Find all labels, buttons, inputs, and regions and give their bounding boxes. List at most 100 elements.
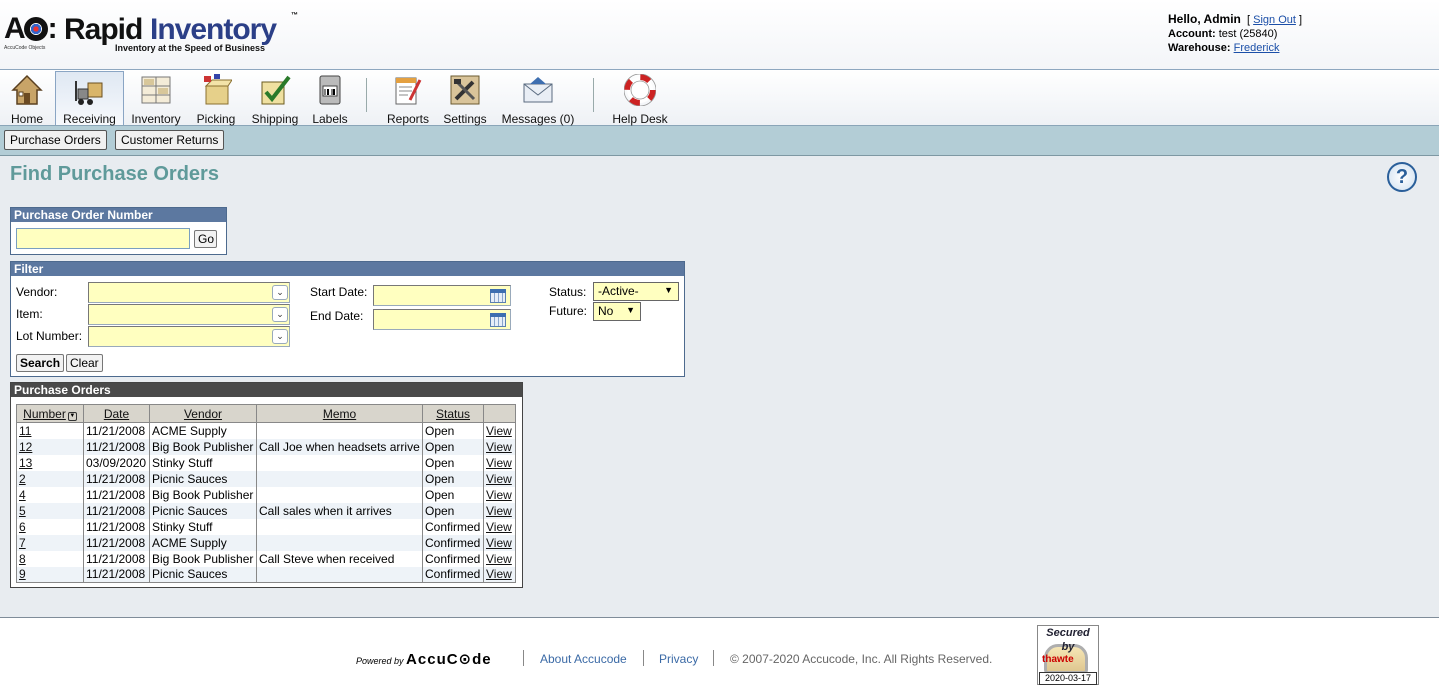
start-date-input[interactable] xyxy=(373,285,511,306)
po-number-link[interactable]: 5 xyxy=(19,504,26,518)
calendar-icon[interactable] xyxy=(490,313,506,327)
view-link[interactable]: View xyxy=(486,472,512,486)
cell-view[interactable]: View xyxy=(483,454,516,471)
go-button[interactable]: Go xyxy=(194,230,217,248)
column-actions xyxy=(483,404,516,423)
vendor-select[interactable]: ⌄ xyxy=(88,282,290,303)
view-link[interactable]: View xyxy=(486,536,512,550)
toolbar-messages[interactable]: Messages (0) xyxy=(497,71,579,126)
customer-returns-button[interactable]: Customer Returns xyxy=(115,130,225,150)
future-select[interactable]: No ▼ xyxy=(593,302,641,321)
cell-number[interactable]: 8 xyxy=(16,550,84,567)
po-memo: Call Joe when headsets arrive xyxy=(256,438,423,455)
view-link[interactable]: View xyxy=(486,488,512,502)
view-link[interactable]: View xyxy=(486,440,512,454)
sort-date-link[interactable]: Date xyxy=(104,407,129,421)
toolbar-help-desk[interactable]: Help Desk xyxy=(608,71,672,126)
lot-number-select[interactable]: ⌄ xyxy=(88,326,290,347)
cell-view[interactable]: View xyxy=(483,422,516,439)
toolbar-shipping-label: Shipping xyxy=(251,112,299,126)
cell-number[interactable]: 5 xyxy=(16,502,84,519)
po-number-link[interactable]: 13 xyxy=(19,456,32,470)
purchase-orders-header: Purchase Orders xyxy=(11,383,522,397)
column-date[interactable]: Date xyxy=(83,404,150,423)
rapid-inventory-logo[interactable]: A: Rapid Inventory ™ Inventory at the Sp… xyxy=(4,10,304,56)
column-status[interactable]: Status xyxy=(422,404,484,423)
sort-memo-link[interactable]: Memo xyxy=(323,407,356,421)
toolbar-receiving[interactable]: Receiving xyxy=(55,71,124,126)
po-number-link[interactable]: 8 xyxy=(19,552,26,566)
cell-view[interactable]: View xyxy=(483,438,516,455)
po-number-link[interactable]: 4 xyxy=(19,488,26,502)
powered-by[interactable]: Powered by AccuC⊙de xyxy=(356,650,492,668)
purchase-orders-button[interactable]: Purchase Orders xyxy=(4,130,107,150)
search-button[interactable]: Search xyxy=(16,354,65,372)
toolbar-picking[interactable]: Picking xyxy=(192,71,240,126)
item-select[interactable]: ⌄ xyxy=(88,304,290,325)
po-status: Open xyxy=(422,422,484,439)
toolbar-reports[interactable]: Reports xyxy=(384,71,432,126)
toolbar-labels[interactable]: Labels xyxy=(309,71,351,126)
thawte-seal[interactable]: Secured by thawte 2020-03-17 xyxy=(1037,625,1099,685)
po-number-input[interactable] xyxy=(16,228,190,249)
cell-view[interactable]: View xyxy=(483,470,516,487)
view-link[interactable]: View xyxy=(486,520,512,534)
cell-view[interactable]: View xyxy=(483,486,516,503)
po-number-link[interactable]: 12 xyxy=(19,440,32,454)
toolbar-settings[interactable]: Settings xyxy=(440,71,490,126)
column-vendor[interactable]: Vendor xyxy=(149,404,257,423)
view-link[interactable]: View xyxy=(486,504,512,518)
status-select[interactable]: -Active- ▼ xyxy=(593,282,679,301)
column-memo[interactable]: Memo xyxy=(256,404,423,423)
end-date-input[interactable] xyxy=(373,309,511,330)
privacy-link[interactable]: Privacy xyxy=(659,652,698,666)
po-number-header: Purchase Order Number xyxy=(11,208,226,222)
column-number[interactable]: Number ▼ xyxy=(16,404,84,423)
calendar-icon[interactable] xyxy=(490,289,506,303)
cell-number[interactable]: 6 xyxy=(16,518,84,535)
cell-number[interactable]: 7 xyxy=(16,534,84,551)
view-link[interactable]: View xyxy=(486,567,512,581)
cell-number[interactable]: 12 xyxy=(16,438,84,455)
view-link[interactable]: View xyxy=(486,424,512,438)
sort-number-link[interactable]: Number xyxy=(23,407,66,421)
table-header-row: Number ▼ Date Vendor Memo Status xyxy=(16,404,516,423)
help-icon[interactable]: ? xyxy=(1387,162,1417,192)
toolbar-picking-label: Picking xyxy=(196,112,236,126)
toolbar-shipping[interactable]: Shipping xyxy=(248,71,302,126)
cell-view[interactable]: View xyxy=(483,566,516,583)
cell-number[interactable]: 13 xyxy=(16,454,84,471)
po-date: 11/21/2008 xyxy=(83,534,150,551)
po-number-link[interactable]: 9 xyxy=(19,567,26,581)
sort-vendor-link[interactable]: Vendor xyxy=(184,407,222,421)
toolbar-home[interactable]: Home xyxy=(4,71,50,126)
sort-status-link[interactable]: Status xyxy=(436,407,470,421)
cell-view[interactable]: View xyxy=(483,550,516,567)
footer-separator xyxy=(643,650,644,666)
cell-number[interactable]: 9 xyxy=(16,566,84,583)
po-number-link[interactable]: 2 xyxy=(19,472,26,486)
toolbar-separator xyxy=(366,78,367,112)
cell-number[interactable]: 11 xyxy=(16,422,84,439)
po-number-link[interactable]: 11 xyxy=(19,424,31,438)
po-memo xyxy=(256,454,423,471)
clear-button[interactable]: Clear xyxy=(66,354,103,372)
po-number-link[interactable]: 7 xyxy=(19,536,26,550)
warehouse-link[interactable]: Frederick xyxy=(1234,42,1280,54)
cell-number[interactable]: 4 xyxy=(16,486,84,503)
toolbar-inventory[interactable]: Inventory xyxy=(128,71,184,126)
cell-view[interactable]: View xyxy=(483,534,516,551)
view-link[interactable]: View xyxy=(486,552,512,566)
logo-mark: A: xyxy=(4,12,58,45)
view-link[interactable]: View xyxy=(486,456,512,470)
lifebuoy-icon xyxy=(624,74,656,106)
po-number-link[interactable]: 6 xyxy=(19,520,26,534)
cell-number[interactable]: 2 xyxy=(16,470,84,487)
po-date: 11/21/2008 xyxy=(83,518,150,535)
po-date: 11/21/2008 xyxy=(83,470,150,487)
toolbar-reports-label: Reports xyxy=(386,112,430,126)
sign-out-link[interactable]: Sign Out xyxy=(1253,14,1296,26)
cell-view[interactable]: View xyxy=(483,502,516,519)
cell-view[interactable]: View xyxy=(483,518,516,535)
about-accucode-link[interactable]: About Accucode xyxy=(540,652,627,666)
